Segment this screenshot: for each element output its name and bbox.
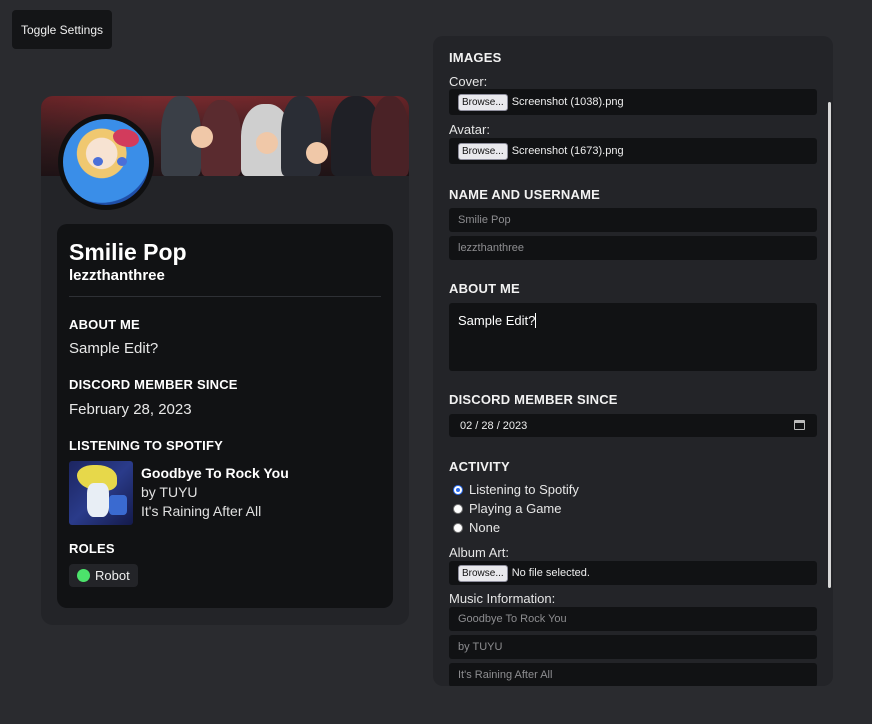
cover-label: Cover:: [449, 74, 488, 89]
album-art-label: Album Art:: [449, 545, 509, 560]
music-title-input[interactable]: Goodbye To Rock You: [449, 607, 817, 631]
member-since-heading: DISCORD MEMBER SINCE: [69, 377, 238, 392]
about-me-settings-heading: ABOUT ME: [449, 281, 520, 296]
cover-browse-button[interactable]: Browse...: [458, 93, 508, 111]
activity-option-game[interactable]: Playing a Game: [453, 501, 562, 516]
music-info-label: Music Information:: [449, 591, 556, 606]
radio-icon[interactable]: [453, 503, 463, 514]
role-name: Robot: [95, 568, 130, 583]
music-album-input[interactable]: It's Raining After All: [449, 663, 817, 686]
toggle-settings-button[interactable]: Toggle Settings: [12, 10, 112, 49]
activity-option-spotify[interactable]: Listening to Spotify: [453, 482, 579, 497]
avatar-label: Avatar:: [449, 122, 490, 137]
profile-card: Smilie Pop lezzthanthree ABOUT ME Sample…: [41, 96, 409, 625]
track-title: Goodbye To Rock You: [141, 465, 289, 481]
cover-file-name: Screenshot (1038).png: [511, 96, 624, 108]
about-me-heading: ABOUT ME: [69, 317, 140, 332]
avatar-file-name: Screenshot (1673).png: [511, 145, 624, 157]
track-artist: by TUYU: [141, 484, 198, 500]
name-heading: NAME AND USERNAME: [449, 187, 600, 202]
activity-option-none[interactable]: None: [453, 520, 500, 535]
cover-file-input[interactable]: Browse... Screenshot (1038).png: [449, 89, 817, 115]
about-me-text: Sample Edit?: [69, 340, 159, 357]
album-art-file-input[interactable]: Browse... No file selected.: [449, 561, 817, 585]
avatar: [58, 114, 154, 210]
username: lezzthanthree: [69, 267, 165, 284]
settings-scrollbar[interactable]: [828, 102, 831, 588]
activity-heading: ACTIVITY: [449, 459, 510, 474]
display-name-input[interactable]: Smilie Pop: [449, 208, 817, 232]
member-since-date: February 28, 2023: [69, 401, 192, 418]
member-since-date-input[interactable]: 02 / 28 / 2023: [449, 414, 817, 437]
avatar-browse-button[interactable]: Browse...: [458, 142, 508, 160]
username-input[interactable]: lezzthanthree: [449, 236, 817, 260]
member-since-settings-heading: DISCORD MEMBER SINCE: [449, 392, 618, 407]
about-me-textarea[interactable]: Sample Edit?: [449, 303, 817, 371]
roles-heading: ROLES: [69, 541, 115, 556]
calendar-icon[interactable]: [794, 420, 805, 430]
avatar-file-input[interactable]: Browse... Screenshot (1673).png: [449, 138, 817, 164]
images-heading: IMAGES: [449, 50, 502, 65]
radio-selected-icon[interactable]: [453, 484, 463, 495]
album-art: [69, 461, 133, 525]
profile-details: Smilie Pop lezzthanthree ABOUT ME Sample…: [57, 224, 393, 608]
album-file-name: No file selected.: [511, 567, 590, 579]
album-browse-button[interactable]: Browse...: [458, 564, 508, 582]
role-badge: Robot: [69, 564, 138, 587]
date-value: 02 / 28 / 2023: [460, 419, 528, 432]
settings-panel: IMAGES Cover: Browse... Screenshot (1038…: [433, 36, 833, 686]
radio-icon[interactable]: [453, 522, 463, 533]
music-artist-input[interactable]: by TUYU: [449, 635, 817, 659]
display-name: Smilie Pop: [69, 239, 187, 265]
role-color-dot: [77, 569, 90, 582]
spotify-heading: LISTENING TO SPOTIFY: [69, 438, 223, 453]
track-album: It's Raining After All: [141, 503, 262, 519]
spotify-activity: Goodbye To Rock You by TUYU It's Raining…: [69, 461, 381, 525]
divider: [69, 296, 381, 297]
